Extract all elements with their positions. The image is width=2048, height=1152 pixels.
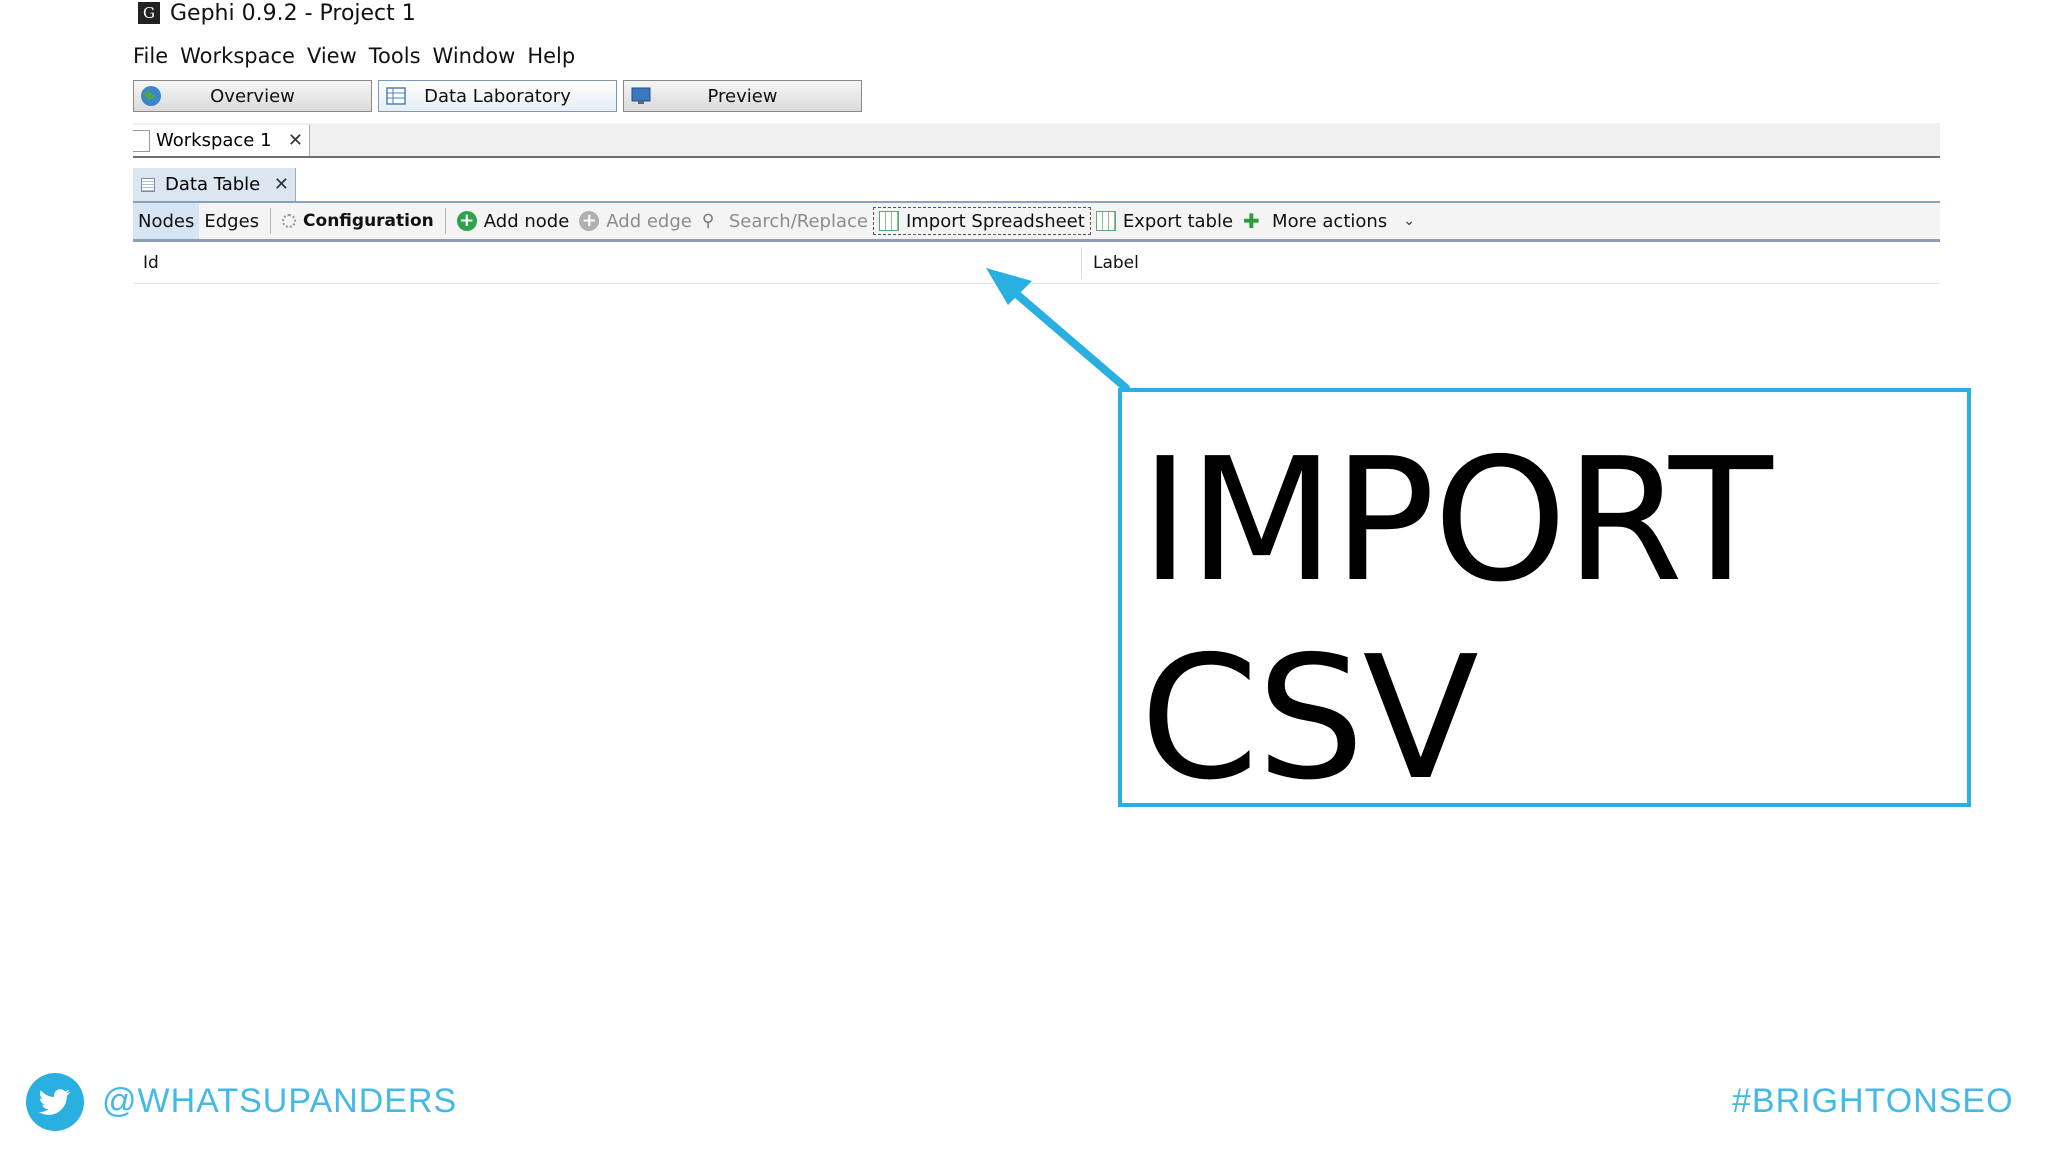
data-table-tab-label: Data Table bbox=[165, 174, 261, 195]
gear-icon bbox=[282, 214, 297, 228]
workspace-tab-label: Workspace 1 bbox=[156, 130, 272, 151]
menu-bar: File Workspace View Tools Window Help bbox=[133, 44, 575, 68]
spreadsheet-icon bbox=[878, 211, 899, 231]
close-data-table-icon[interactable]: ✕ bbox=[274, 174, 289, 195]
column-header-label[interactable]: Label bbox=[1093, 253, 1139, 273]
column-header-id[interactable]: Id bbox=[143, 253, 159, 273]
callout-line-2: CSV bbox=[1140, 620, 1479, 818]
menu-view[interactable]: View bbox=[307, 44, 357, 68]
event-hashtag: #BRIGHTONSEO bbox=[1732, 1082, 2014, 1120]
table-icon bbox=[386, 87, 406, 105]
callout-box: IMPORT CSV bbox=[1118, 388, 1971, 818]
close-workspace-icon[interactable]: ✕ bbox=[288, 130, 303, 151]
toolbar-separator bbox=[270, 208, 272, 234]
workspace-tab[interactable]: Workspace 1 ✕ bbox=[133, 125, 310, 156]
add-edge-button[interactable]: + Add edge bbox=[574, 203, 697, 239]
more-actions-button[interactable]: ✚ More actions ⌄ bbox=[1238, 203, 1420, 239]
twitter-handle: @WHATSUPANDERS bbox=[102, 1082, 458, 1120]
perspective-bar: Overview Data Laboratory Preview bbox=[133, 80, 862, 112]
data-table-tab[interactable]: Data Table ✕ bbox=[133, 168, 296, 201]
puzzle-icon: ✚ bbox=[1243, 209, 1260, 233]
menu-window[interactable]: Window bbox=[433, 44, 516, 68]
callout-text: IMPORT CSV bbox=[1140, 422, 1773, 818]
add-node-button[interactable]: + Add node bbox=[452, 203, 575, 239]
data-table-toolbar: Nodes Edges Configuration + Add node + A… bbox=[133, 203, 1940, 242]
menu-help[interactable]: Help bbox=[527, 44, 575, 68]
toolbar-separator bbox=[444, 208, 446, 234]
export-table-button[interactable]: Export table bbox=[1091, 203, 1238, 239]
data-table-tab-strip bbox=[133, 168, 1940, 203]
add-icon: + bbox=[456, 211, 477, 231]
title-bar: G Gephi 0.9.2 - Project 1 bbox=[138, 0, 416, 26]
add-edge-icon: + bbox=[579, 211, 600, 231]
window-title: Gephi 0.9.2 - Project 1 bbox=[170, 0, 416, 26]
chevron-down-icon: ⌄ bbox=[1403, 213, 1415, 229]
monitor-icon bbox=[631, 87, 651, 104]
configuration-button[interactable]: Configuration bbox=[277, 203, 439, 239]
table-header: Id Label bbox=[133, 243, 1940, 284]
preview-button[interactable]: Preview bbox=[623, 80, 862, 112]
export-spreadsheet-icon bbox=[1095, 211, 1116, 231]
document-icon bbox=[133, 129, 150, 152]
import-spreadsheet-button[interactable]: Import Spreadsheet bbox=[872, 207, 1091, 235]
twitter-icon bbox=[26, 1073, 84, 1131]
column-divider[interactable] bbox=[1081, 247, 1082, 279]
menu-tools[interactable]: Tools bbox=[369, 44, 421, 68]
globe-icon bbox=[141, 86, 161, 106]
gephi-logo-icon: G bbox=[138, 2, 160, 24]
workspace-tab-strip bbox=[133, 123, 1940, 158]
data-laboratory-button[interactable]: Data Laboratory bbox=[378, 80, 617, 112]
edges-button[interactable]: Edges bbox=[199, 203, 264, 239]
menu-file[interactable]: File bbox=[133, 44, 168, 68]
overview-button[interactable]: Overview bbox=[133, 80, 372, 112]
menu-workspace[interactable]: Workspace bbox=[180, 44, 295, 68]
callout-line-1: IMPORT bbox=[1140, 422, 1773, 620]
binoculars-icon: ⚲ bbox=[701, 211, 715, 231]
nodes-button[interactable]: Nodes bbox=[133, 203, 200, 239]
table-small-icon bbox=[141, 177, 155, 192]
search-replace-button[interactable]: ⚲ Search/Replace bbox=[697, 203, 873, 239]
